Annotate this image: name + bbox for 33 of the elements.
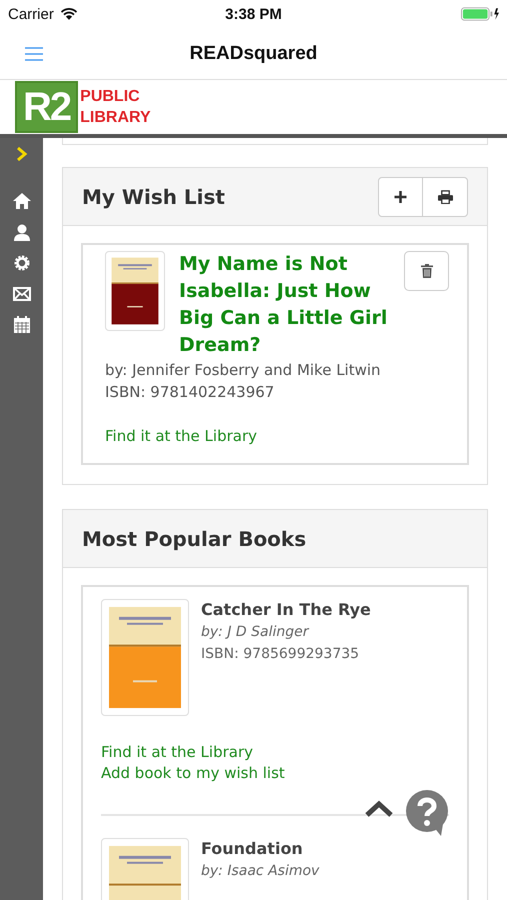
settings-icon[interactable] (12, 254, 30, 272)
author-text: by: J D Salinger (201, 623, 310, 642)
help-icon[interactable] (405, 790, 451, 838)
book-title: Foundation (201, 838, 304, 860)
print-button[interactable] (423, 176, 468, 216)
plus-icon (393, 190, 408, 204)
panel-title: My Wish List (82, 184, 225, 208)
battery-icon (461, 7, 499, 21)
delete-button[interactable] (404, 251, 449, 291)
trash-icon (420, 264, 432, 278)
print-icon (438, 190, 452, 204)
clock-time: 3:38 PM (225, 6, 282, 22)
author-text: by: Jennifer Fosberry and Mike Litwin (105, 360, 382, 381)
calendar-icon[interactable] (12, 316, 30, 334)
isbn-text: ISBN: 9781402243967 (105, 382, 276, 403)
app-title: READsquared (190, 42, 318, 64)
isbn-text: ISBN: 9785699293735 (201, 645, 360, 664)
panel-title: Most Popular Books (82, 526, 306, 550)
home-icon[interactable] (12, 192, 30, 210)
library-link[interactable]: Find it at the Library (105, 427, 445, 445)
scroll-up-icon[interactable] (364, 800, 394, 818)
user-icon[interactable] (12, 223, 30, 241)
book-link[interactable]: Find it at the Library (101, 742, 449, 763)
wifi-icon (60, 8, 78, 20)
add-button[interactable] (378, 176, 423, 216)
book-link[interactable]: Add book to my wish list (101, 763, 449, 784)
carrier-label: Carrier (8, 6, 54, 22)
menu-icon[interactable] (25, 46, 43, 60)
book-title[interactable]: My Name is Not Isabella: Just How Big Can a Little Girl Dream? (179, 251, 390, 359)
book-title: Catcher In The Rye (201, 599, 371, 621)
chevron-right-icon[interactable] (14, 146, 28, 162)
mail-icon[interactable] (12, 285, 30, 303)
author-text: by: Isaac Asimov (201, 862, 320, 881)
